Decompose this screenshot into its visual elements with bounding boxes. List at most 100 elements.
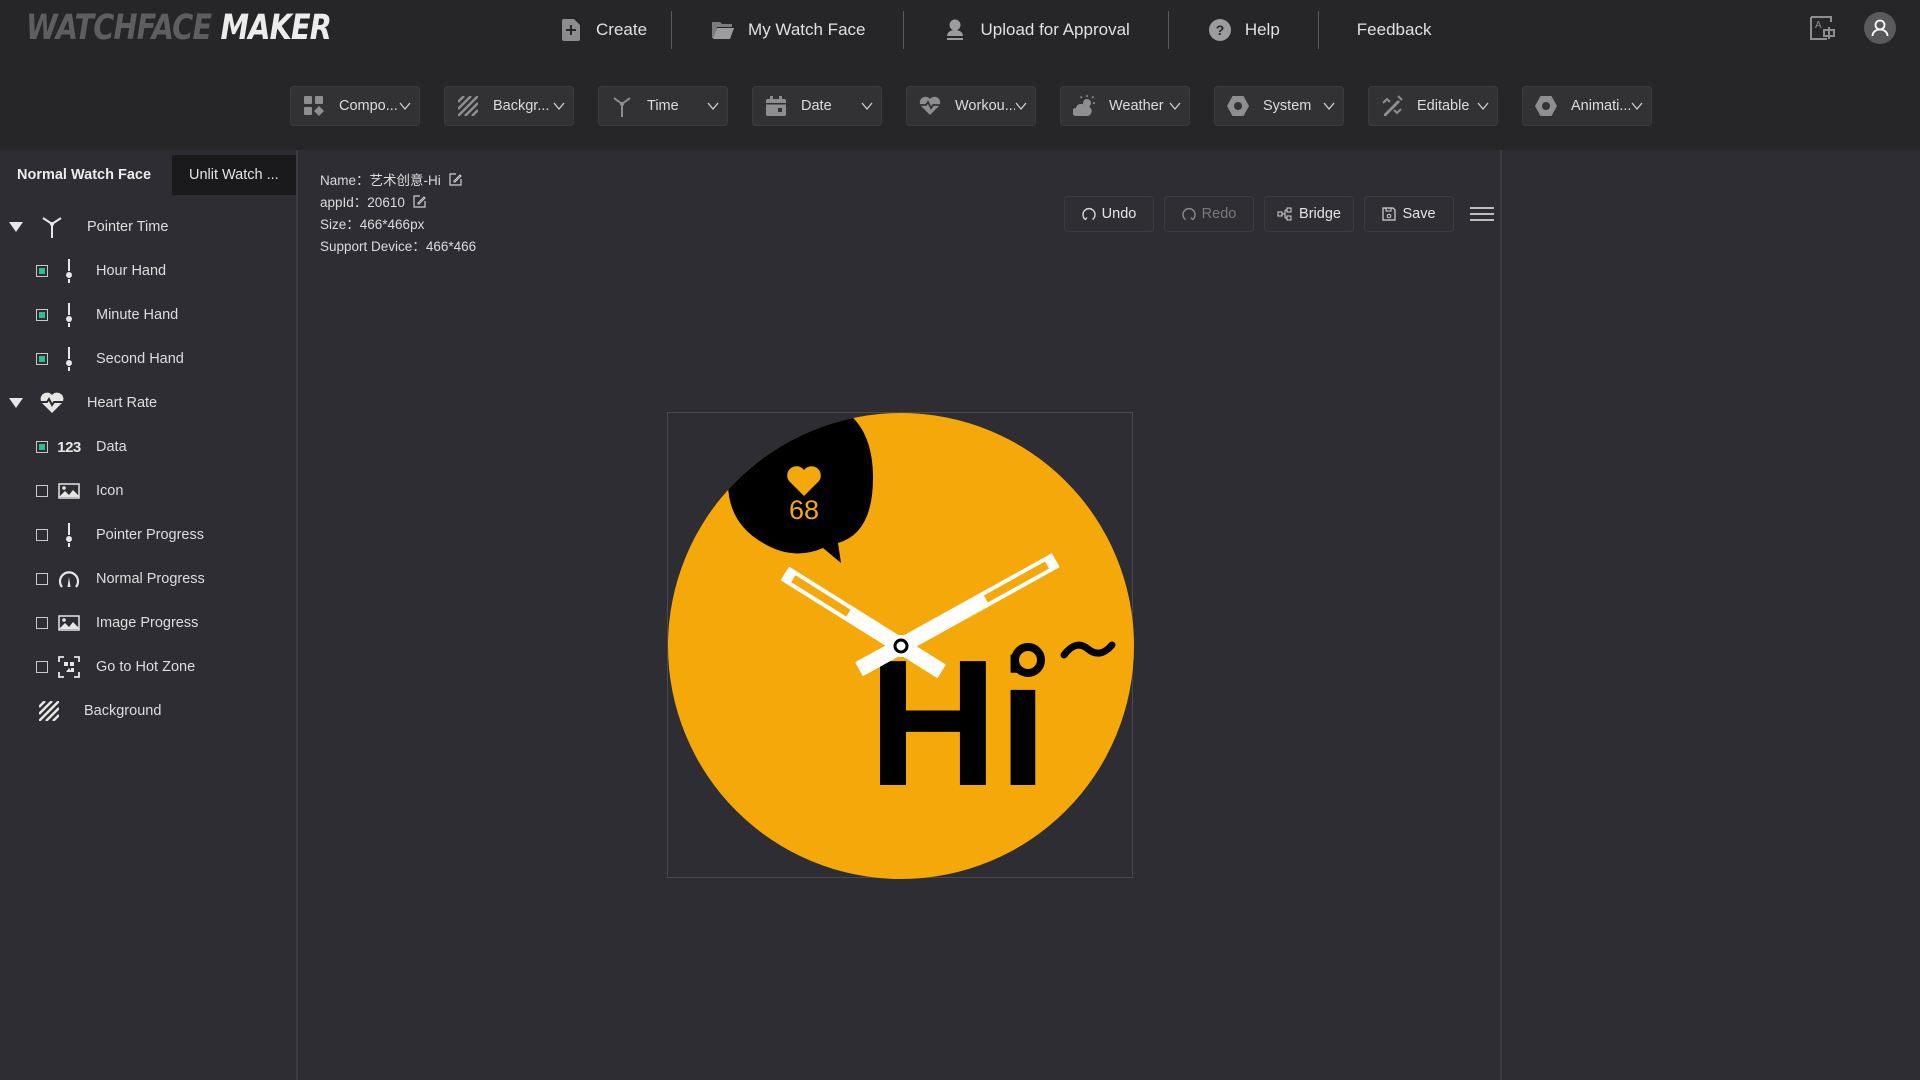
components-icon [303, 95, 325, 117]
nav-my-watch-face-label: My Watch Face [748, 20, 866, 39]
chevron-down-icon [399, 102, 411, 111]
number-icon: 123 [57, 438, 81, 456]
toolbar-date-label: Date [801, 98, 832, 114]
tree-item-pointer-progress[interactable]: Pointer Progress [0, 513, 296, 557]
chevron-down-icon [1477, 102, 1489, 111]
tab-unlit-watch-face[interactable]: Unlit Watch ... [172, 155, 296, 195]
tree-item-icon[interactable]: Icon [0, 469, 296, 513]
edit-name-icon[interactable] [448, 173, 462, 186]
project-size-row: Size：466*466px [320, 214, 476, 236]
toolbar-background-label: Backgr... [493, 98, 550, 114]
tree-item-label: Minute Hand [96, 307, 179, 323]
layer-visibility-checkbox[interactable] [36, 661, 48, 673]
layer-visibility-checkbox[interactable] [36, 617, 48, 629]
appid-value: 20610 [367, 195, 405, 210]
redo-button[interactable]: Redo [1164, 196, 1254, 232]
app-logo[interactable]: WATCHFACE MAKER [26, 8, 332, 48]
tree-item-label: Pointer Progress [96, 527, 204, 543]
size-value: 466*466px [359, 217, 425, 232]
pointer-icon [56, 258, 82, 284]
nav-help[interactable]: ? Help [1169, 10, 1318, 50]
tree-group-heart-rate[interactable]: Heart Rate [0, 381, 296, 425]
tree-item-minute-hand[interactable]: Minute Hand [0, 293, 296, 337]
redo-icon [1181, 208, 1196, 221]
watchface-mode-tabs: Normal Watch Face Unlit Watch ... [0, 155, 296, 195]
nav-my-watch-face[interactable]: My Watch Face [672, 10, 903, 50]
layer-visibility-checkbox[interactable] [36, 485, 48, 497]
nav-help-label: Help [1244, 20, 1280, 39]
toolbar-background[interactable]: Backgr... [444, 86, 574, 126]
layer-visibility-checkbox[interactable] [36, 441, 48, 453]
layer-visibility-checkbox[interactable] [36, 529, 48, 541]
chevron-down-icon [1323, 102, 1335, 111]
menu-line [1470, 213, 1494, 215]
undo-button[interactable]: Undo [1064, 196, 1154, 232]
tree-group-label: Pointer Time [87, 219, 169, 235]
greeting-i-dot [1011, 643, 1045, 677]
tab-normal-watch-face[interactable]: Normal Watch Face [0, 155, 172, 195]
tree-item-label: Icon [96, 483, 124, 499]
layer-visibility-checkbox[interactable] [36, 353, 48, 365]
tree-item-data[interactable]: 123 Data [0, 425, 296, 469]
pointer-icon [56, 346, 82, 372]
bridge-label: Bridge [1299, 206, 1341, 222]
toolbar-editable-label: Editable [1417, 98, 1470, 114]
nav-feedback-label: Feedback [1356, 20, 1432, 39]
toolbar-weather[interactable]: Weather [1060, 86, 1190, 126]
toolbar-date[interactable]: Date [752, 86, 882, 126]
toolbar-system-label: System [1263, 98, 1312, 114]
tree-item-background[interactable]: Background [0, 689, 296, 733]
toolbar-components[interactable]: Compo... [290, 86, 420, 126]
toolbar-editable[interactable]: Editable [1368, 86, 1498, 126]
layer-visibility-checkbox[interactable] [36, 309, 48, 321]
menu-line [1470, 207, 1494, 209]
tree-item-normal-progress[interactable]: Normal Progress [0, 557, 296, 601]
watchface-preview: 68 Hi [668, 413, 1134, 879]
menu-line [1470, 219, 1494, 221]
logo-text-watchface: WATCHFACE [26, 8, 212, 48]
tree-item-second-hand[interactable]: Second Hand [0, 337, 296, 381]
project-info: Name：艺术创意-Hi appId：20610 Size：466*466px … [320, 170, 476, 258]
nav-create[interactable]: Create [540, 10, 671, 50]
background-icon [36, 698, 62, 724]
nav-feedback[interactable]: Feedback [1319, 10, 1456, 50]
nav-upload-for-approval[interactable]: Upload for Approval [904, 10, 1167, 50]
watchface-preview-frame[interactable]: 68 Hi [667, 412, 1134, 879]
edit-appid-icon[interactable] [413, 195, 426, 208]
layer-visibility-checkbox[interactable] [36, 265, 48, 277]
save-button[interactable]: Save [1364, 196, 1454, 232]
tree-item-label: Go to Hot Zone [96, 659, 196, 675]
tree-item-hour-hand[interactable]: Hour Hand [0, 249, 296, 293]
toolbar-workout[interactable]: Workou... [906, 86, 1036, 126]
tree-item-go-to-hot-zone[interactable]: Go to Hot Zone [0, 645, 296, 689]
more-menu-button[interactable] [1470, 202, 1494, 226]
toolbar-time[interactable]: Time [598, 86, 728, 126]
tree-item-image-progress[interactable]: Image Progress [0, 601, 296, 645]
save-icon [1382, 207, 1397, 221]
heart-rate-icon [919, 95, 941, 117]
toolbar-workout-label: Workou... [955, 98, 1015, 114]
tree-item-label: Second Hand [96, 351, 184, 367]
undo-label: Undo [1101, 206, 1137, 222]
toolbar-weather-label: Weather [1109, 98, 1164, 114]
layers-panel: Normal Watch Face Unlit Watch ... Pointe… [0, 150, 298, 1080]
toolbar-animation-label: Animati... [1571, 98, 1631, 114]
expand-caret-icon[interactable] [9, 222, 23, 232]
tree-group-pointer-time[interactable]: Pointer Time [0, 205, 296, 249]
chevron-down-icon [553, 102, 565, 111]
bridge-icon [1277, 207, 1292, 221]
layer-visibility-checkbox[interactable] [36, 573, 48, 585]
user-avatar[interactable] [1864, 12, 1896, 44]
pointer-time-icon [39, 214, 65, 240]
expand-caret-icon[interactable] [9, 398, 23, 408]
hexagon-icon [1535, 95, 1557, 117]
hexagon-icon [1227, 95, 1249, 117]
toolbar-animation[interactable]: Animati... [1522, 86, 1652, 126]
toolbar-system[interactable]: System [1214, 86, 1344, 126]
bridge-button[interactable]: Bridge [1264, 196, 1354, 232]
device-label: Support Device： [320, 239, 426, 254]
folder-icon [712, 19, 735, 41]
gauge-icon [56, 566, 82, 592]
language-icon[interactable]: A [1810, 16, 1836, 40]
redo-label: Redo [1201, 206, 1237, 222]
